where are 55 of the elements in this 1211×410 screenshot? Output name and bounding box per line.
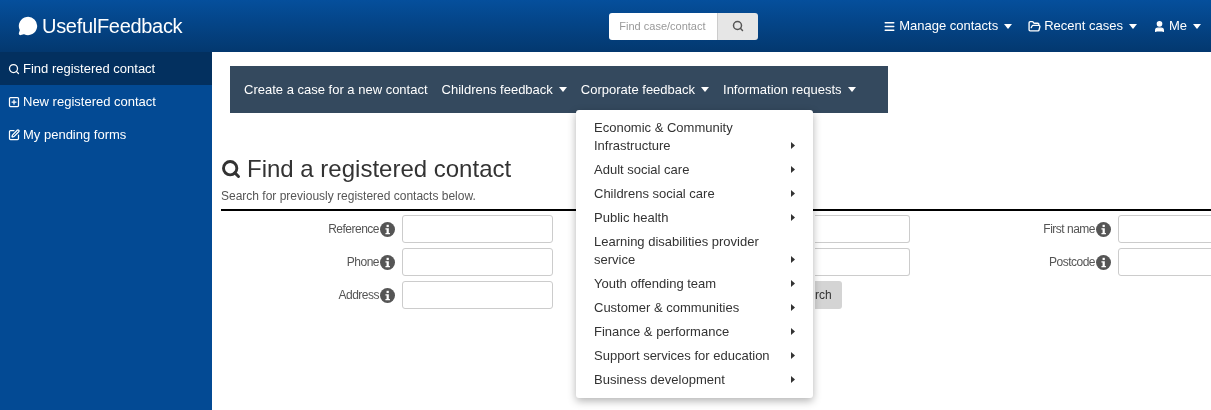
page-title: Find a registered contact	[247, 155, 512, 183]
caret-icon	[1193, 23, 1201, 29]
plus-square-icon	[8, 95, 20, 108]
dropdown-item[interactable]: Customer & communities	[576, 296, 813, 320]
text-field[interactable]	[815, 248, 910, 276]
caret-icon	[1128, 23, 1137, 29]
field-label: Phone	[346, 254, 379, 271]
text-field[interactable]	[1118, 248, 1211, 276]
sidebar-item[interactable]: Find registered contact	[0, 52, 212, 85]
dropdown-item[interactable]: Finance & performance	[576, 320, 813, 344]
search-button[interactable]: rch	[815, 281, 842, 309]
field-label: Address	[338, 287, 379, 304]
search-button[interactable]	[717, 12, 759, 40]
toolbar-menu[interactable]: Childrens feedback	[441, 79, 567, 100]
info-icon	[1096, 254, 1111, 270]
folder-icon	[1028, 19, 1042, 33]
text-field[interactable]	[402, 281, 553, 309]
search-icon	[732, 20, 745, 32]
dropdown-item[interactable]: Learning disabilities provider service	[576, 230, 813, 272]
info-icon	[380, 254, 395, 270]
sidebar-item[interactable]: My pending forms	[0, 118, 212, 151]
speech-bubble-icon	[18, 16, 38, 36]
sidebar-item[interactable]: New registered contact	[0, 85, 212, 118]
info-icon	[380, 287, 395, 303]
toolbar-menu[interactable]: Create a case for a new contact	[244, 79, 428, 100]
dropdown-item[interactable]: Economic & Community Infrastructure	[576, 116, 813, 158]
search-field[interactable]: Find case/contact	[609, 12, 718, 40]
field-label: First name	[1043, 221, 1095, 238]
dropdown-item[interactable]: Adult social care	[576, 158, 813, 182]
text-field[interactable]	[815, 215, 910, 243]
dropdown-item[interactable]: Support services for education	[576, 344, 813, 368]
search-icon	[221, 159, 241, 179]
field-label: Postcode	[1048, 254, 1095, 271]
text-field[interactable]	[402, 248, 553, 276]
menu-icon	[883, 19, 897, 33]
info-icon	[380, 221, 395, 237]
caret-icon	[1004, 23, 1013, 29]
text-field[interactable]	[1118, 215, 1211, 243]
info-icon	[1096, 221, 1111, 237]
nav-menu[interactable]: Manage contacts	[883, 16, 1013, 36]
dropdown-item[interactable]: Business development	[576, 368, 813, 392]
text-field[interactable]	[402, 215, 553, 243]
dropdown-item[interactable]: Public health	[576, 206, 813, 230]
nav-menu[interactable]: Recent cases	[1028, 16, 1137, 36]
user-icon	[1152, 19, 1166, 33]
toolbar-menu[interactable]: Corporate feedback	[580, 79, 710, 100]
dropdown-item[interactable]: Childrens social care	[576, 182, 813, 206]
edit-icon	[8, 128, 20, 141]
dropdown-item[interactable]: Youth offending team	[576, 272, 813, 296]
search-icon	[8, 62, 20, 75]
field-label: Reference	[328, 221, 379, 238]
page-subtitle: Search for previously registered contacts below.	[221, 188, 476, 205]
brand-logo[interactable]: UsefulFeedback	[42, 11, 183, 41]
nav-menu[interactable]: Me	[1152, 16, 1201, 36]
toolbar-menu[interactable]: Information requests	[723, 79, 856, 100]
